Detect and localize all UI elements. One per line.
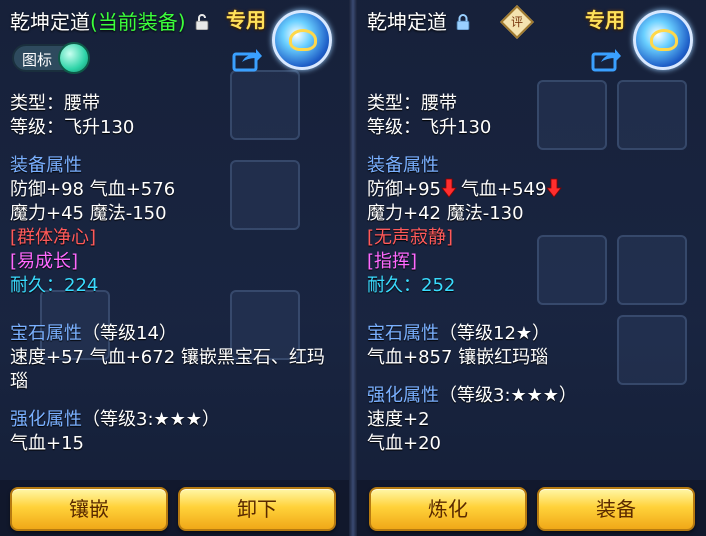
exclusive-tag: 专用	[226, 8, 266, 32]
item-details: 类型：腰带 等级：飞升130 装备属性 防御+98 气血+576 魔力+45 魔…	[10, 92, 340, 456]
item-details: 类型：腰带 等级：飞升130 装备属性 防御+95 气血+549 魔力+42 魔法…	[367, 92, 697, 456]
attr-header: 装备属性	[10, 155, 82, 176]
gem-header-line: 宝石属性（等级14）	[10, 323, 177, 344]
gem-line: 速度+57 气血+672 镶嵌黑宝石、红玛瑙	[10, 347, 325, 392]
enh-line: 速度+2	[367, 409, 430, 430]
attr-line: 防御+98 气血+576	[10, 179, 176, 200]
refine-button[interactable]: 炼化	[369, 487, 527, 531]
special-skill: [无声寂静]	[367, 227, 454, 248]
special-effect: [指挥]	[367, 251, 418, 272]
attr-line: 魔力+45 魔法-150	[10, 203, 167, 224]
badge-icon	[272, 10, 332, 70]
toggle-label: 图标	[22, 51, 53, 69]
attr-header: 装备属性	[367, 155, 439, 176]
exclusive-tag: 专用	[585, 8, 625, 32]
share-icon[interactable]	[591, 46, 621, 72]
panel-divider	[349, 0, 357, 536]
level-line: 等级：飞升130	[367, 117, 492, 138]
right-item-panel: 乾坤定道 评 专用 类型：腰带 等级：飞升130 装备属性 防御+95 气血+54…	[357, 0, 706, 536]
unlock-icon[interactable]	[195, 14, 209, 30]
badge-icon	[633, 10, 693, 70]
lock-icon[interactable]	[456, 14, 470, 30]
toggle-knob-icon	[58, 42, 90, 74]
arrow-down-icon	[441, 178, 457, 198]
share-icon[interactable]	[232, 46, 262, 72]
arrow-down-icon	[546, 178, 563, 198]
type-line: 类型：腰带	[10, 93, 100, 114]
enh-header-line: 强化属性（等级3:★★★）	[10, 409, 220, 430]
special-skill: [群体净心]	[10, 227, 97, 248]
durability: 耐久：252	[367, 275, 456, 296]
attr-line: 防御+95 气血+549	[367, 178, 697, 202]
icon-toggle[interactable]: 图标	[12, 42, 90, 74]
enh-line: 气血+20	[367, 433, 441, 454]
left-item-panel: 乾坤定道(当前装备) 专用 图标 类型：腰带 等级：飞升130 装备属性 防御+…	[0, 0, 349, 536]
unequip-button[interactable]: 卸下	[178, 487, 336, 531]
equip-button[interactable]: 装备	[537, 487, 695, 531]
enh-header-line: 强化属性（等级3:★★★）	[367, 385, 577, 406]
item-title: 乾坤定道(当前装备)	[10, 6, 209, 35]
type-line: 类型：腰带	[367, 93, 457, 114]
enh-line: 气血+15	[10, 433, 84, 454]
inlay-button[interactable]: 镶嵌	[10, 487, 168, 531]
item-title: 乾坤定道	[367, 6, 470, 35]
gem-line: 气血+857 镶嵌红玛瑙	[367, 347, 549, 368]
gem-header-line: 宝石属性（等级12★）	[367, 323, 551, 344]
rate-icon[interactable]: 评	[500, 5, 534, 39]
special-effect: [易成长]	[10, 251, 79, 272]
attr-line: 魔力+42 魔法-130	[367, 203, 524, 224]
level-line: 等级：飞升130	[10, 117, 135, 138]
durability: 耐久：224	[10, 275, 99, 296]
